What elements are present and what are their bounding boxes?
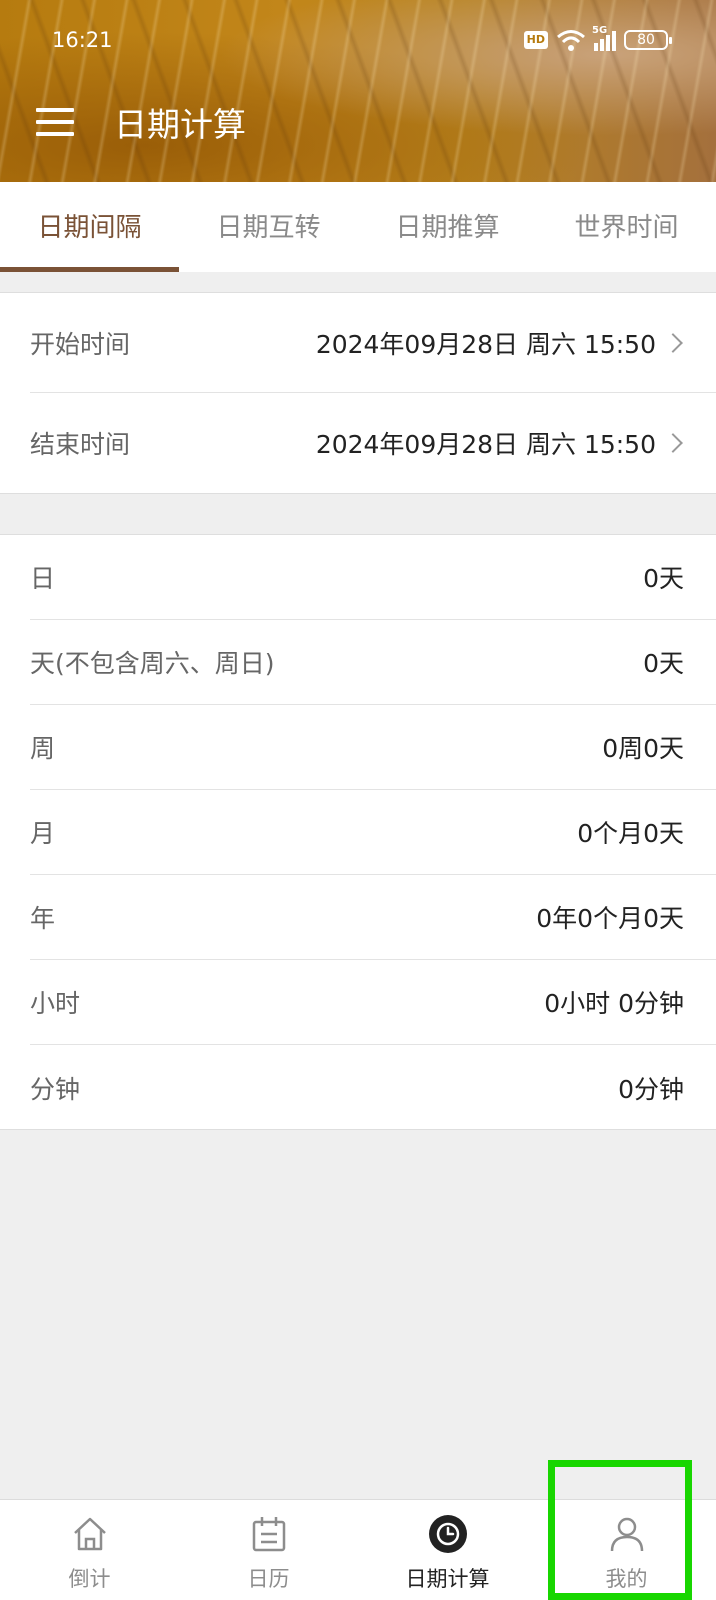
- result-row-hours: 小时 0小时 0分钟: [30, 960, 716, 1045]
- tab-world-time[interactable]: 世界时间: [537, 182, 716, 272]
- result-label: 日: [30, 564, 56, 593]
- highlight-box: [548, 1460, 692, 1600]
- result-value: 0天: [643, 564, 684, 593]
- hamburger-menu-icon[interactable]: [36, 108, 74, 138]
- result-row-weeks: 周 0周0天: [30, 705, 716, 790]
- app-header: 16:21 HD 5G 80 日期计算: [0, 0, 716, 182]
- status-icons: HD 5G 80: [523, 25, 672, 52]
- signal-icon: 5G: [592, 25, 616, 51]
- result-value: 0年0个月0天: [536, 904, 684, 933]
- calendar-icon: [249, 1514, 289, 1554]
- result-row-days: 日 0天: [30, 535, 716, 620]
- nav-label: 日历: [247, 1567, 290, 1591]
- end-time-value: 2024年09月28日 周六 15:50: [315, 430, 656, 459]
- status-time: 16:21: [52, 28, 113, 52]
- home-icon: [70, 1514, 110, 1554]
- result-label: 周: [30, 734, 56, 763]
- result-value: 0分钟: [618, 1074, 684, 1104]
- tab-bar: 日期间隔 日期互转 日期推算 世界时间: [0, 182, 716, 272]
- time-input-section: 开始时间 2024年09月28日 周六 15:50 结束时间 2024年09月2…: [0, 292, 716, 494]
- result-section: 日 0天 天(不包含周六、周日) 0天 周 0周0天 月 0个月0天 年 0年0…: [0, 534, 716, 1130]
- end-time-row[interactable]: 结束时间 2024年09月28日 周六 15:50: [30, 393, 716, 493]
- result-label: 分钟: [30, 1074, 81, 1104]
- result-label: 小时: [30, 989, 81, 1018]
- end-time-label: 结束时间: [30, 430, 131, 459]
- wifi-icon: [557, 30, 585, 51]
- nav-label: 倒计: [68, 1567, 111, 1591]
- nav-item-calendar[interactable]: 日历: [179, 1500, 358, 1600]
- result-row-months: 月 0个月0天: [30, 790, 716, 875]
- result-row-years: 年 0年0个月0天: [30, 875, 716, 960]
- start-time-value-wrap: 2024年09月28日 周六 15:50: [316, 325, 684, 361]
- result-label: 月: [30, 819, 56, 848]
- result-row-minutes: 分钟 0分钟: [30, 1045, 716, 1130]
- result-label: 天(不包含周六、周日): [30, 649, 275, 678]
- nav-label: 日期计算: [405, 1567, 490, 1591]
- result-value: 0周0天: [602, 734, 684, 763]
- nav-item-countdown[interactable]: 倒计: [0, 1500, 179, 1600]
- start-time-row[interactable]: 开始时间 2024年09月28日 周六 15:50: [30, 293, 716, 393]
- clock-icon: [428, 1514, 468, 1554]
- tab-date-interval[interactable]: 日期间隔: [0, 182, 179, 272]
- result-row-workdays: 天(不包含周六、周日) 0天: [30, 620, 716, 705]
- start-time-value: 2024年09月28日 周六 15:50: [315, 329, 656, 359]
- tab-date-conversion[interactable]: 日期互转: [179, 182, 358, 272]
- result-value: 0小时 0分钟: [544, 989, 684, 1018]
- network-type-label: 5G: [592, 25, 608, 36]
- chevron-right-icon: [663, 332, 683, 353]
- chevron-right-icon: [663, 433, 683, 453]
- page-title: 日期计算: [114, 105, 246, 144]
- start-time-label: 开始时间: [30, 329, 131, 359]
- nav-item-date-calc[interactable]: 日期计算: [358, 1500, 537, 1600]
- tab-date-calculation[interactable]: 日期推算: [358, 182, 537, 272]
- result-value: 0个月0天: [577, 819, 684, 848]
- battery-icon: 80: [624, 30, 672, 50]
- hd-icon: HD: [523, 31, 548, 49]
- end-time-value-wrap: 2024年09月28日 周六 15:50: [316, 425, 684, 461]
- result-value: 0天: [643, 649, 684, 678]
- result-label: 年: [30, 904, 56, 933]
